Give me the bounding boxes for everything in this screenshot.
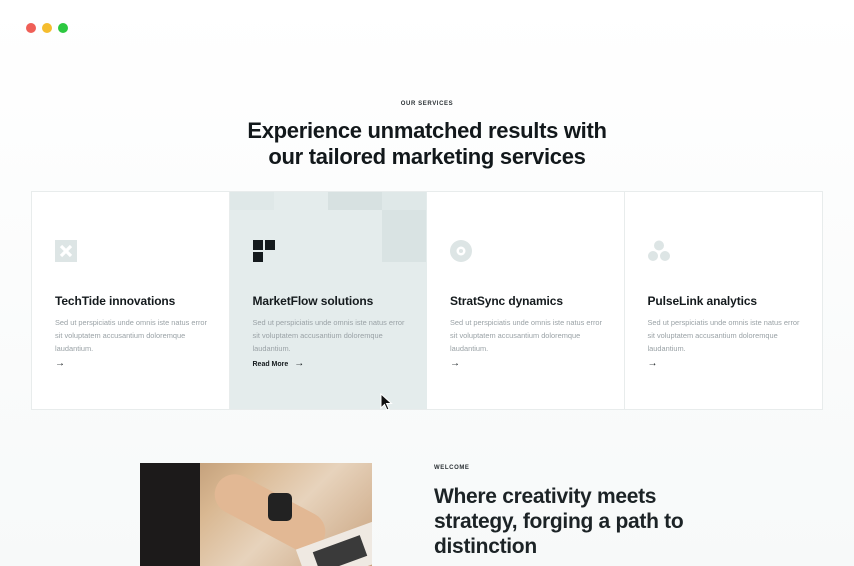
- arrow-right-icon: →: [647, 358, 658, 369]
- service-card-description: Sed ut perspiciatis unde omnis iste natu…: [647, 318, 800, 353]
- close-window-button[interactable]: [26, 23, 36, 33]
- photo-shape: [140, 463, 200, 566]
- arrow-right-icon: →: [55, 358, 65, 369]
- decorative-block: [381, 192, 427, 210]
- decorative-block: [381, 210, 427, 262]
- card-link[interactable]: →: [55, 359, 65, 369]
- decorative-block: [229, 192, 274, 210]
- service-card-techtide[interactable]: TechTide innovations Sed ut perspiciatis…: [32, 192, 230, 409]
- read-more-link[interactable]: Read More →: [253, 359, 305, 369]
- arrow-right-icon: →: [294, 358, 305, 369]
- decorative-block: [327, 192, 382, 210]
- card-link[interactable]: →: [648, 359, 658, 369]
- read-more-label: Read More: [252, 360, 289, 368]
- service-card-description: Sed ut perspiciatis unde omnis iste natu…: [252, 318, 405, 353]
- circles-icon: [647, 240, 670, 261]
- card-link[interactable]: →: [450, 359, 460, 369]
- x-square-icon: [55, 240, 77, 262]
- maximize-window-button[interactable]: [58, 23, 68, 33]
- services-heading: Experience unmatched results with our ta…: [0, 118, 854, 170]
- welcome-eyebrow: WELCOME: [434, 465, 470, 471]
- welcome-photo: [140, 463, 372, 566]
- service-card-description: Sed ut perspiciatis unde omnis iste natu…: [450, 318, 602, 353]
- service-card-marketflow[interactable]: MarketFlow solutions Sed ut perspiciatis…: [229, 192, 427, 409]
- blocks-icon: [252, 240, 275, 262]
- service-card-pulselink[interactable]: PulseLink analytics Sed ut perspiciatis …: [625, 192, 823, 409]
- arrow-right-icon: →: [450, 358, 460, 369]
- minimize-window-button[interactable]: [42, 23, 52, 33]
- service-card-title: MarketFlow solutions: [252, 294, 374, 308]
- photo-shape: [268, 493, 292, 521]
- mouse-cursor-icon: [380, 393, 393, 411]
- service-card-title: TechTide innovations: [55, 294, 176, 308]
- window-controls: [26, 23, 68, 33]
- services-heading-line-2: our tailored marketing services: [268, 144, 586, 169]
- welcome-heading: Where creativity meets strategy, forging…: [434, 485, 684, 558]
- service-card-description: Sed ut perspiciatis unde omnis iste natu…: [55, 318, 207, 353]
- service-card-title: PulseLink analytics: [647, 294, 758, 308]
- services-heading-line-1: Experience unmatched results with: [247, 118, 607, 143]
- services-cards: TechTide innovations Sed ut perspiciatis…: [31, 191, 823, 410]
- target-icon: [450, 240, 472, 262]
- services-eyebrow: OUR SERVICES: [400, 101, 454, 107]
- service-card-title: StratSync dynamics: [450, 294, 563, 308]
- service-card-stratsync[interactable]: StratSync dynamics Sed ut perspiciatis u…: [427, 192, 625, 409]
